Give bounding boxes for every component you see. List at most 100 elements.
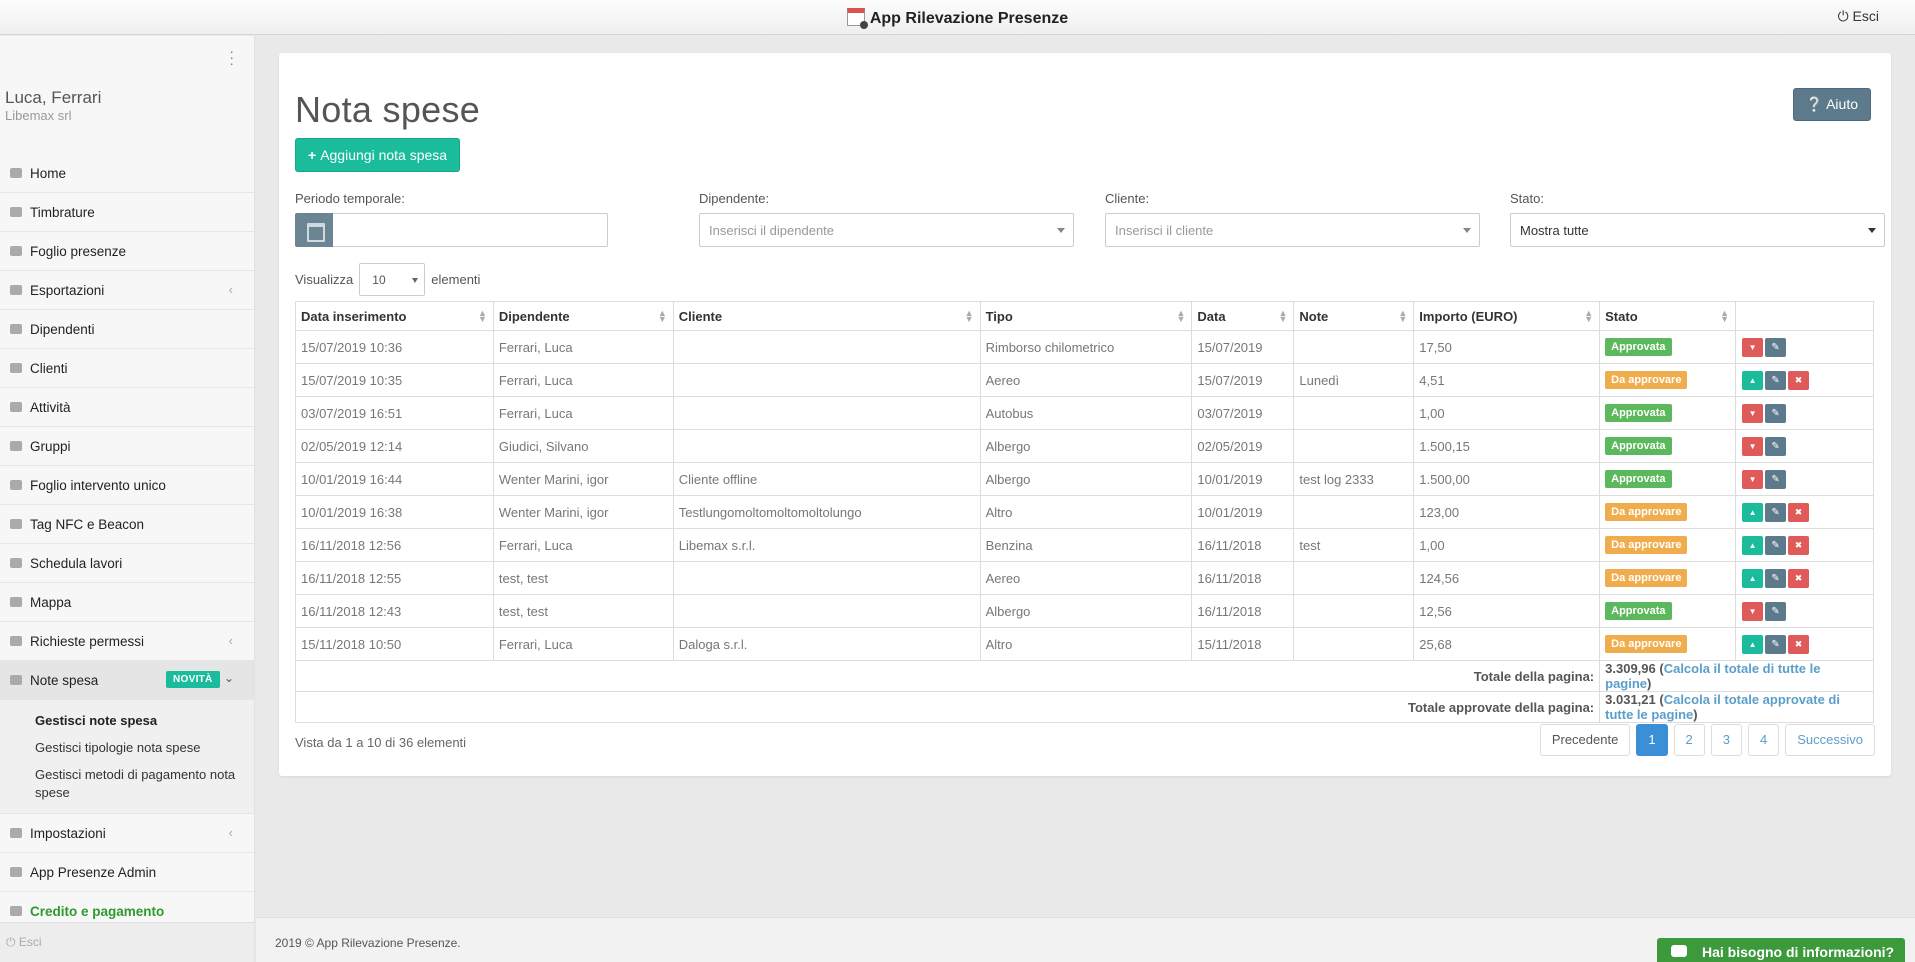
pagination: Precedente 1 2 3 4 Successivo [1534, 724, 1875, 756]
edit-icon[interactable] [1765, 469, 1787, 489]
reject-thumbs-down-icon[interactable] [1742, 469, 1764, 489]
sidebar-item-impostazioni[interactable]: Impostazioni ‹ [0, 814, 254, 853]
edit-icon[interactable] [1765, 337, 1787, 357]
sidebar-item-clienti[interactable]: Clienti [0, 349, 254, 388]
next-page-button[interactable]: Successivo [1785, 724, 1875, 756]
kebab-menu-icon[interactable]: · · · [229, 44, 234, 70]
column-header-status[interactable]: Stato ▲ ▼ [1599, 301, 1737, 331]
approve-thumbs-up-icon[interactable] [1742, 370, 1764, 390]
subnav-item-gestisci-note[interactable]: Gestisci note spesa [0, 708, 254, 735]
page-button-3[interactable]: 3 [1710, 724, 1743, 756]
cell-employee: test, test [492, 594, 674, 628]
column-header-client[interactable]: Cliente ▲ ▼ [672, 301, 981, 331]
logout-button[interactable]: ⏻ Esci [1838, 8, 1879, 25]
sidebar-item-tag-nfc[interactable]: Tag NFC e Beacon [0, 505, 254, 544]
sidebar-item-esportazioni[interactable]: Esportazioni ‹ [0, 271, 254, 310]
page-button-4[interactable]: 4 [1748, 724, 1780, 756]
client-select[interactable]: Inserisci il cliente [1105, 213, 1480, 247]
sidebar-item-dipendenti[interactable]: Dipendenti [0, 310, 254, 349]
approve-thumbs-up-icon[interactable] [1742, 634, 1764, 654]
cell-inserted: 15/07/2019 10:36 [295, 330, 494, 364]
app-title: App Rilevazione Presenze [0, 8, 1915, 29]
chat-button[interactable]: Hai bisogno di informazioni? [1657, 938, 1905, 962]
chat-bubble-icon [1671, 945, 1687, 957]
sidebar-item-foglio-intervento[interactable]: Foglio intervento unico [0, 466, 254, 505]
subnav-item-metodi-pagamento[interactable]: Gestisci metodi di pagamento nota spese [0, 762, 254, 807]
cell-actions [1735, 462, 1874, 496]
edit-icon[interactable] [1765, 634, 1787, 654]
page-button-2[interactable]: 2 [1673, 724, 1705, 756]
chevron-left-icon: ‹ [228, 282, 233, 297]
edit-icon[interactable] [1765, 502, 1787, 522]
employee-select[interactable]: Inserisci il dipendente [699, 213, 1074, 247]
edit-icon[interactable] [1765, 568, 1787, 588]
page-button-1[interactable]: 1 [1636, 724, 1668, 756]
edit-icon[interactable] [1765, 370, 1787, 390]
sidebar-item-timbrature[interactable]: Timbrature [0, 193, 254, 232]
cell-amount: 1,00 [1413, 396, 1601, 430]
cell-amount: 123,00 [1413, 495, 1601, 529]
sort-icon: ▲ ▼ [1176, 308, 1186, 324]
column-header-date[interactable]: Data ▲ ▼ [1191, 301, 1295, 331]
approve-thumbs-up-icon[interactable] [1742, 502, 1764, 522]
approve-thumbs-up-icon[interactable] [1742, 535, 1764, 555]
status-select[interactable]: Mostra tutte [1510, 213, 1885, 247]
cell-note [1293, 561, 1415, 595]
cell-status: Da approvare [1599, 528, 1737, 562]
column-header-employee[interactable]: Dipendente ▲ ▼ [492, 301, 674, 331]
delete-icon[interactable] [1788, 568, 1810, 588]
user-company: Libemax srl [5, 108, 72, 123]
edit-icon[interactable] [1765, 436, 1787, 456]
delete-icon[interactable] [1788, 502, 1810, 522]
edit-icon[interactable] [1765, 403, 1787, 423]
pagination-info: Vista da 1 a 10 di 36 elementi [295, 735, 467, 750]
help-button[interactable]: ❔ Aiuto [1792, 88, 1871, 121]
sidebar-item-mappa[interactable]: Mappa [0, 583, 254, 622]
delete-icon[interactable] [1788, 370, 1810, 390]
page-length-select[interactable]: 10 [359, 263, 426, 296]
delete-icon[interactable] [1788, 535, 1810, 555]
sidebar-item-attivita[interactable]: Attività [0, 388, 254, 427]
sidebar-logout[interactable]: ⏻ Esci [0, 922, 254, 962]
column-label: Stato [1605, 308, 1638, 324]
reject-thumbs-down-icon[interactable] [1742, 337, 1764, 357]
sidebar-item-app-admin[interactable]: App Presenze Admin [0, 853, 254, 892]
sidebar-item-richieste-permessi[interactable]: Richieste permessi ‹ [0, 622, 254, 661]
user-icon [10, 324, 22, 334]
reject-thumbs-down-icon[interactable] [1742, 403, 1764, 423]
column-header-inserted[interactable]: Data inserimento ▲ ▼ [295, 301, 494, 331]
column-header-type[interactable]: Tipo ▲ ▼ [979, 301, 1193, 331]
qrcode-icon [10, 480, 22, 490]
approve-thumbs-up-icon[interactable] [1742, 568, 1764, 588]
sidebar-item-label: App Presenze Admin [30, 864, 157, 880]
sidebar-item-note-spesa[interactable]: Note spesa NOVITÀ ⌄ [0, 661, 254, 700]
sidebar-item-home[interactable]: Home [0, 154, 254, 193]
reject-thumbs-down-icon[interactable] [1742, 436, 1764, 456]
cell-inserted: 15/07/2019 10:35 [295, 363, 494, 397]
edit-icon[interactable] [1765, 535, 1787, 555]
delete-icon[interactable] [1788, 634, 1810, 654]
cell-employee: Ferrari, Luca [492, 330, 674, 364]
cell-client [672, 561, 981, 595]
column-header-note[interactable]: Note ▲ ▼ [1293, 301, 1415, 331]
sidebar-item-gruppi[interactable]: Gruppi [0, 427, 254, 466]
calendar-icon[interactable] [295, 213, 333, 247]
sidebar-item-foglio-presenze[interactable]: Foglio presenze [0, 232, 254, 271]
client-placeholder: Inserisci il cliente [1115, 223, 1214, 238]
status-badge: Approvata [1605, 602, 1672, 620]
subnav-item-tipologie[interactable]: Gestisci tipologie nota spese [0, 735, 254, 762]
period-input[interactable] [333, 213, 608, 247]
prev-page-button[interactable]: Precedente [1539, 724, 1631, 756]
sidebar-item-label: Impostazioni [30, 825, 106, 841]
column-header-amount[interactable]: Importo (EURO) ▲ ▼ [1413, 301, 1601, 331]
cell-date: 16/11/2018 [1191, 561, 1295, 595]
main-panel: Nota spese ❔ Aiuto + Aggiungi nota spesa … [279, 53, 1891, 776]
column-label: Cliente [678, 308, 723, 324]
add-expense-button[interactable]: + Aggiungi nota spesa [295, 138, 461, 172]
sidebar-item-schedula-lavori[interactable]: Schedula lavori [0, 544, 254, 583]
edit-icon[interactable] [1765, 601, 1787, 621]
cell-employee: Ferrari, Luca [492, 396, 674, 430]
page-footer: 2019 © App Rilevazione Presenze. Hai bis… [256, 917, 1915, 962]
reject-thumbs-down-icon[interactable] [1742, 601, 1764, 621]
table-body: 15/07/2019 10:36 Ferrari, Luca Rimborso ch… [295, 330, 1874, 661]
